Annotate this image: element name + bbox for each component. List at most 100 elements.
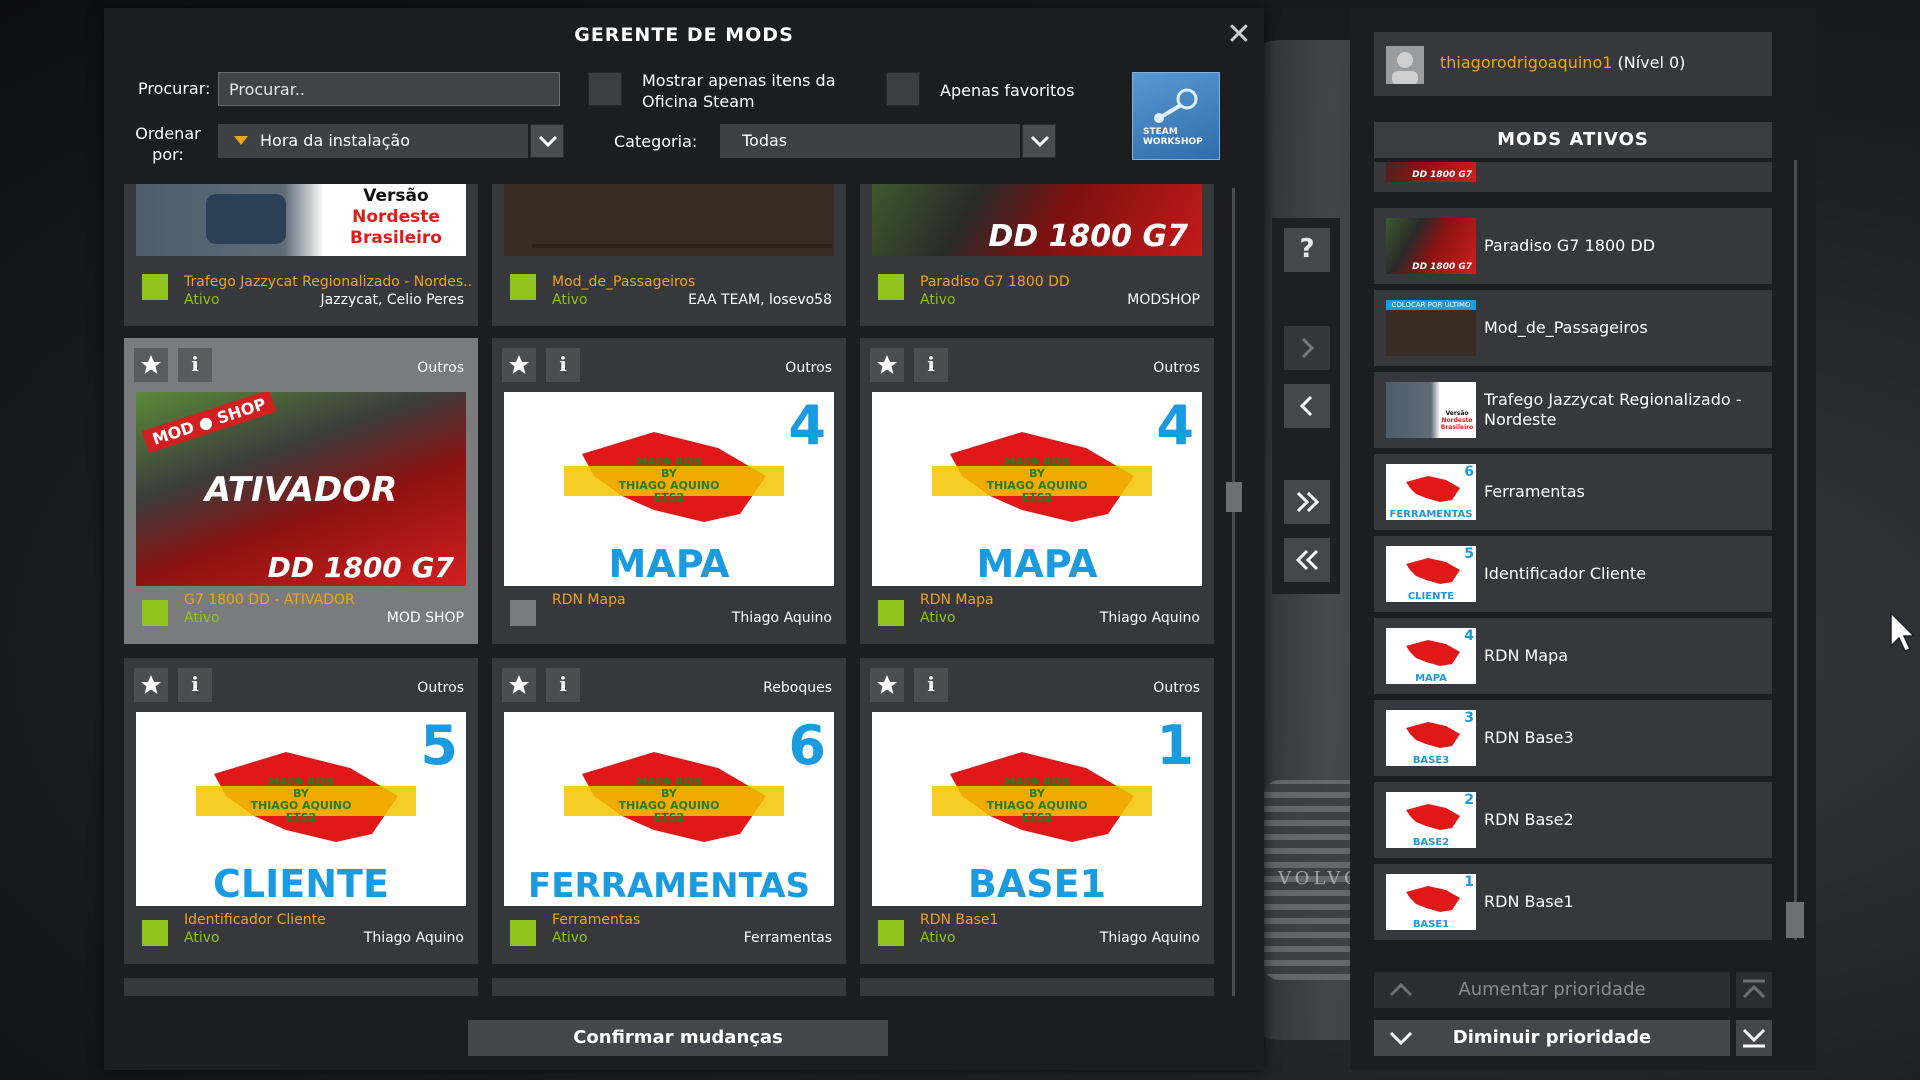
- info-button[interactable]: i: [914, 668, 948, 702]
- favorite-button[interactable]: [502, 668, 536, 702]
- steam-workshop-button[interactable]: STEAM WORKSHOP: [1132, 72, 1220, 160]
- increase-priority-button[interactable]: Aumentar prioridade: [1374, 972, 1730, 1008]
- active-mod-item[interactable]: 6 FERRAMENTAS Ferramentas: [1374, 454, 1772, 530]
- mod-card-partial[interactable]: [124, 978, 478, 996]
- active-toggle[interactable]: [510, 274, 536, 300]
- chevron-down-icon: [538, 135, 558, 148]
- info-icon: i: [191, 672, 199, 696]
- move-to-top-button[interactable]: [1736, 972, 1772, 1008]
- avatar: [1386, 46, 1424, 84]
- active-mod-item[interactable]: 4 MAPA RDN Mapa: [1374, 618, 1772, 694]
- grid-scrollbar-thumb[interactable]: [1226, 482, 1242, 512]
- mod-card[interactable]: i Outros 1 BASE1 MAPA RDN BY THIAGO AQUINO…: [860, 658, 1214, 964]
- active-mod-item[interactable]: Versão Nordeste Brasileiro Trafego Jazzyca…: [1374, 372, 1772, 448]
- confirm-changes-button[interactable]: Confirmar mudanças: [468, 1020, 888, 1056]
- mod-name: RDN Mapa: [552, 592, 626, 608]
- active-toggle[interactable]: [878, 600, 904, 626]
- sort-dropdown[interactable]: Hora da instalação: [218, 124, 528, 158]
- favorite-button[interactable]: [870, 348, 904, 382]
- search-input[interactable]: [218, 72, 560, 106]
- mod-status: Ativo: [552, 930, 588, 946]
- category-dropdown-arrow[interactable]: [1022, 124, 1056, 158]
- mod-status: Ativo: [184, 610, 220, 626]
- info-icon: i: [927, 352, 935, 376]
- double-chevron-left-icon: [1295, 549, 1319, 571]
- favorite-button[interactable]: [134, 348, 168, 382]
- favorite-button[interactable]: [870, 668, 904, 702]
- active-toggle[interactable]: [142, 920, 168, 946]
- grid-scrollbar-track[interactable]: [1232, 188, 1235, 996]
- mod-card[interactable]: i Outros 5 CLIENTE MAPA RDN BY THIAGO AQUI…: [124, 658, 478, 964]
- active-mod-item[interactable]: 1 BASE1 RDN Base1: [1374, 864, 1772, 940]
- mod-thumbnail: MOD ● SHOP ATIVADOR DD 1800 G7: [136, 392, 466, 586]
- mod-thumbnail: 1 BASE1 MAPA RDN BY THIAGO AQUINO ETS2: [872, 712, 1202, 906]
- mod-thumbnail: 5 CLIENTE MAPA RDN BY THIAGO AQUINO ETS2: [136, 712, 466, 906]
- close-button[interactable]: ✕: [1224, 20, 1254, 50]
- help-button[interactable]: ?: [1284, 228, 1330, 272]
- workshop-only-label: Mostrar apenas itens da Oficina Steam: [642, 71, 836, 111]
- activate-button[interactable]: [1284, 326, 1330, 370]
- user-level: (Nível 0): [1617, 53, 1686, 72]
- active-mod-item[interactable]: DD 1800 G7 Paradiso G7 1800 DD: [1374, 208, 1772, 284]
- active-toggle[interactable]: [142, 274, 168, 300]
- info-button[interactable]: i: [914, 348, 948, 382]
- mod-status: Ativo: [184, 930, 220, 946]
- mod-card[interactable]: DD 1800 G7 Paradiso G7 1800 DD Ativo MOD…: [860, 184, 1214, 326]
- active-toggle[interactable]: [510, 920, 536, 946]
- active-toggle[interactable]: [142, 600, 168, 626]
- favorites-only-checkbox[interactable]: [886, 72, 920, 106]
- mod-card[interactable]: Mod_de_Passageiros Ativo EAA TEAM, losev…: [492, 184, 846, 326]
- user-icon: [1392, 52, 1418, 84]
- active-mod-item[interactable]: 2 BASE2 RDN Base2: [1374, 782, 1772, 858]
- mod-category: Outros: [417, 680, 464, 696]
- workshop-only-checkbox[interactable]: [588, 72, 622, 106]
- active-toggle[interactable]: [878, 274, 904, 300]
- chevron-down-icon: [1030, 135, 1050, 148]
- mod-thumbnail: COLOCAR POR ÚLTIMO: [1386, 300, 1476, 356]
- mod-card[interactable]: i Outros 4 MAPA MAPA RDN BY THIAGO AQUINO E…: [860, 338, 1214, 644]
- star-icon: [509, 675, 529, 694]
- info-button[interactable]: i: [178, 668, 212, 702]
- favorite-button[interactable]: [502, 348, 536, 382]
- mod-card-partial[interactable]: [860, 978, 1214, 996]
- active-list-scrollbar-track[interactable]: [1794, 160, 1797, 940]
- steam-logo-icon: [1154, 88, 1198, 123]
- active-list-scrollbar-thumb[interactable]: [1786, 902, 1804, 938]
- mod-author: Thiago Aquino: [731, 610, 832, 626]
- chevron-left-icon: [1299, 395, 1313, 417]
- deactivate-all-button[interactable]: [1284, 538, 1330, 582]
- decrease-priority-button[interactable]: Diminuir prioridade: [1374, 1020, 1730, 1056]
- info-button[interactable]: i: [546, 668, 580, 702]
- mod-card[interactable]: Versão Nordeste Brasileiro Trafego Jazzy…: [124, 184, 478, 326]
- mod-thumbnail: DD 1800 G7: [1386, 162, 1476, 182]
- star-icon: [141, 355, 161, 374]
- active-mod-name: Trafego Jazzycat Regionalizado - Nordest…: [1484, 390, 1742, 429]
- decrease-priority-label: Diminuir prioridade: [1452, 1027, 1652, 1048]
- mod-thumbnail: 6 FERRAMENTAS: [1386, 464, 1476, 520]
- favorite-button[interactable]: [134, 668, 168, 702]
- mod-card[interactable]: i Outros MOD ● SHOP ATIVADOR DD 1800 G7 …: [124, 338, 478, 644]
- mod-category: Reboques: [763, 680, 832, 696]
- search-label: Procurar:: [138, 79, 211, 98]
- activate-all-button[interactable]: [1284, 480, 1330, 524]
- active-toggle[interactable]: [878, 920, 904, 946]
- active-mod-item[interactable]: 3 BASE3 RDN Base3: [1374, 700, 1772, 776]
- sort-dropdown-arrow[interactable]: [530, 124, 564, 158]
- category-dropdown[interactable]: Todas: [720, 124, 1020, 158]
- active-mod-item[interactable]: DD 1800 G7: [1374, 162, 1772, 192]
- info-button[interactable]: i: [546, 348, 580, 382]
- mod-card[interactable]: i Outros 4 MAPA MAPA RDN BY THIAGO AQUINO E…: [492, 338, 846, 644]
- active-mods-list: DD 1800 G7 DD 1800 G7 Paradiso G7 1800 D…: [1374, 162, 1772, 946]
- move-to-bottom-button[interactable]: [1736, 1020, 1772, 1056]
- mod-thumbnail: 4 MAPA MAPA RDN BY THIAGO AQUINO ETS2: [872, 392, 1202, 586]
- active-toggle[interactable]: [510, 600, 536, 626]
- mod-card-partial[interactable]: [492, 978, 846, 996]
- active-mod-name: Identificador Cliente: [1484, 564, 1647, 583]
- mod-author: MODSHOP: [1127, 292, 1200, 308]
- active-mod-item[interactable]: 5 CLIENTE Identificador Cliente: [1374, 536, 1772, 612]
- info-button[interactable]: i: [178, 348, 212, 382]
- active-mods-panel: thiagorodrigoaquino1 (Nível 0) MODS ATIV…: [1350, 8, 1816, 1070]
- active-mod-item[interactable]: COLOCAR POR ÚLTIMO Mod_de_Passageiros: [1374, 290, 1772, 366]
- mod-card[interactable]: i Reboques 6 FERRAMENTAS MAPA RDN BY THIAG…: [492, 658, 846, 964]
- deactivate-button[interactable]: [1284, 384, 1330, 428]
